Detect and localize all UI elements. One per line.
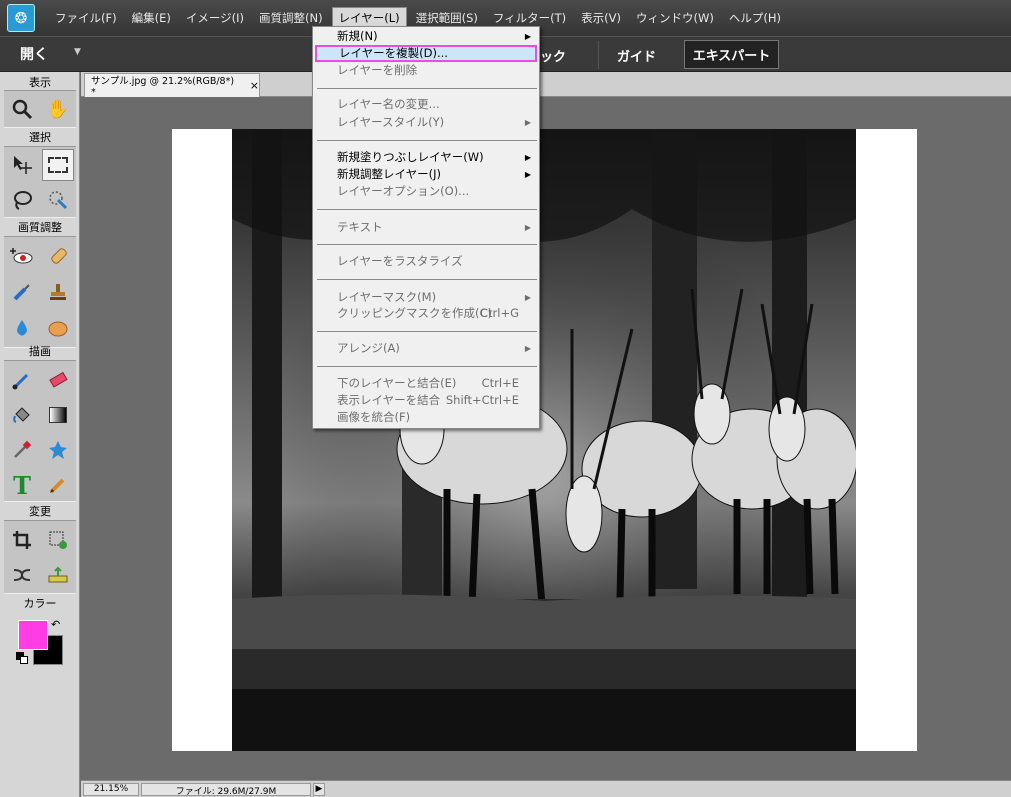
section-enhance-label: 画質調整 bbox=[18, 221, 62, 234]
mode-expert-tab[interactable]: エキスパート bbox=[684, 40, 779, 69]
submenu-arrow-icon: ▶ bbox=[524, 170, 531, 179]
recompose-tool-icon[interactable] bbox=[42, 524, 74, 556]
eyedropper-tool-icon[interactable] bbox=[6, 434, 38, 466]
menu-separator bbox=[317, 279, 537, 280]
menu-help[interactable]: ヘルプ(H) bbox=[723, 8, 787, 28]
menu-layer-style[interactable]: レイヤースタイル(Y) ▶ bbox=[315, 114, 537, 131]
clone-stamp-tool-icon[interactable] bbox=[42, 276, 74, 308]
canvas-area[interactable] bbox=[81, 97, 1011, 780]
mode-quick-tab[interactable]: ック bbox=[540, 46, 566, 65]
submenu-arrow-icon: ▶ bbox=[524, 223, 531, 232]
menu-select[interactable]: 選択範囲(S) bbox=[410, 8, 484, 28]
layer-dropdown-menu: 新規(N) ▶ レイヤーを複製(D)... レイヤーを削除 レイヤー名の変更...… bbox=[312, 26, 540, 429]
blur-tool-icon[interactable] bbox=[6, 312, 38, 344]
section-color-label: カラー bbox=[23, 597, 57, 610]
content-aware-move-tool-icon[interactable] bbox=[6, 559, 38, 591]
sponge-tool-icon[interactable] bbox=[42, 312, 74, 344]
menu-separator bbox=[317, 140, 537, 141]
menu-layer-mask[interactable]: レイヤーマスク(M) ▶ bbox=[315, 289, 537, 306]
chevron-down-icon[interactable]: ▼ bbox=[74, 47, 81, 57]
custom-shape-tool-icon[interactable] bbox=[42, 434, 74, 466]
document-tab-bar: サンプル.jpg @ 21.2%(RGB/8*) * × bbox=[81, 72, 1011, 98]
brush-tool-icon[interactable] bbox=[6, 364, 38, 396]
menu-layer-delete[interactable]: レイヤーを削除 bbox=[315, 62, 537, 79]
menu-layer-new[interactable]: 新規(N) ▶ bbox=[315, 28, 537, 45]
menu-file[interactable]: ファイル(F) bbox=[49, 8, 123, 28]
menu-layer-rename[interactable]: レイヤー名の変更... bbox=[315, 96, 537, 113]
canvas-document[interactable] bbox=[172, 129, 917, 751]
zoom-tool-icon[interactable] bbox=[6, 93, 38, 125]
open-button[interactable]: 開く bbox=[20, 44, 48, 64]
menu-new-fill-layer[interactable]: 新規塗りつぶしレイヤー(W) ▶ bbox=[315, 149, 537, 166]
menu-separator bbox=[317, 209, 537, 210]
menu-filter[interactable]: フィルター(T) bbox=[487, 8, 572, 28]
gradient-tool-icon[interactable] bbox=[42, 399, 74, 431]
menu-separator bbox=[317, 366, 537, 367]
toolbox: 表示 ✋ 選択 画質調整 描画 T 変更 カラー ↶ bbox=[0, 72, 80, 797]
eraser-tool-icon[interactable] bbox=[42, 364, 74, 396]
status-menu-arrow-icon[interactable]: ▶ bbox=[313, 783, 325, 796]
menu-image[interactable]: イメージ(I) bbox=[180, 8, 250, 28]
text-tool-icon[interactable]: T bbox=[6, 469, 38, 501]
menu-flatten-image[interactable]: 画像を統合(F) bbox=[315, 409, 537, 426]
menu-enhance[interactable]: 画質調整(N) bbox=[253, 8, 329, 28]
submenu-arrow-icon: ▶ bbox=[524, 293, 531, 302]
spot-healing-tool-icon[interactable] bbox=[42, 240, 74, 272]
document-tab[interactable]: サンプル.jpg @ 21.2%(RGB/8*) * × bbox=[84, 73, 260, 98]
app-logo-icon: ❂ bbox=[7, 4, 35, 32]
swap-colors-icon[interactable]: ↶ bbox=[51, 618, 60, 631]
menu-layer-options[interactable]: レイヤーオプション(O)... bbox=[315, 183, 537, 200]
menu-simplify-layer[interactable]: レイヤーをラスタライズ bbox=[315, 253, 537, 270]
submenu-arrow-icon: ▶ bbox=[524, 344, 531, 353]
menu-create-clipping-mask[interactable]: クリッピングマスクを作成(C) Ctrl+G bbox=[315, 305, 537, 322]
section-select-label: 選択 bbox=[29, 131, 51, 144]
menu-merge-visible[interactable]: 表示レイヤーを結合 Shift+Ctrl+E bbox=[315, 392, 537, 409]
status-bar: 21.15% ファイル: 29.6M/27.9M ▶ bbox=[81, 780, 1011, 797]
red-eye-tool-icon[interactable] bbox=[6, 240, 38, 272]
menu-layer-duplicate[interactable]: レイヤーを複製(D)... bbox=[315, 45, 537, 62]
menu-new-adjustment-layer[interactable]: 新規調整レイヤー(J) ▶ bbox=[315, 166, 537, 183]
menu-view[interactable]: 表示(V) bbox=[575, 8, 627, 28]
foreground-color-swatch[interactable] bbox=[18, 620, 48, 650]
document-tab-title: サンプル.jpg @ 21.2%(RGB/8*) * bbox=[91, 76, 235, 98]
menu-type[interactable]: テキスト ▶ bbox=[315, 219, 537, 236]
mode-guide-tab[interactable]: ガイド bbox=[598, 41, 674, 69]
lasso-tool-icon[interactable] bbox=[6, 184, 38, 216]
pencil-tool-icon[interactable] bbox=[42, 469, 74, 501]
section-draw-label: 描画 bbox=[29, 345, 51, 358]
section-modify-label: 変更 bbox=[29, 505, 51, 518]
quick-selection-tool-icon[interactable] bbox=[42, 184, 74, 216]
hand-tool-icon[interactable]: ✋ bbox=[42, 93, 74, 125]
zoom-level[interactable]: 21.15% bbox=[83, 783, 139, 796]
crop-tool-icon[interactable] bbox=[6, 524, 38, 556]
submenu-arrow-icon: ▶ bbox=[524, 153, 531, 162]
submenu-arrow-icon: ▶ bbox=[524, 118, 531, 127]
submenu-arrow-icon: ▶ bbox=[524, 32, 531, 41]
menu-arrange[interactable]: アレンジ(A) ▶ bbox=[315, 340, 537, 357]
rectangular-marquee-tool-icon[interactable] bbox=[42, 149, 74, 181]
file-size-info: ファイル: 29.6M/27.9M bbox=[141, 783, 311, 797]
menu-merge-down[interactable]: 下のレイヤーと結合(E) Ctrl+E bbox=[315, 375, 537, 392]
straighten-tool-icon[interactable] bbox=[42, 559, 74, 591]
menu-edit[interactable]: 編集(E) bbox=[126, 8, 177, 28]
paint-bucket-tool-icon[interactable] bbox=[6, 399, 38, 431]
move-tool-icon[interactable] bbox=[6, 149, 38, 181]
menu-separator bbox=[317, 331, 537, 332]
section-view-label: 表示 bbox=[29, 76, 51, 89]
menu-separator bbox=[317, 88, 537, 89]
menu-separator bbox=[317, 244, 537, 245]
default-colors-icon[interactable] bbox=[16, 652, 28, 664]
smart-brush-tool-icon[interactable] bbox=[6, 276, 38, 308]
close-icon[interactable]: × bbox=[250, 79, 259, 92]
menu-window[interactable]: ウィンドウ(W) bbox=[630, 8, 720, 28]
